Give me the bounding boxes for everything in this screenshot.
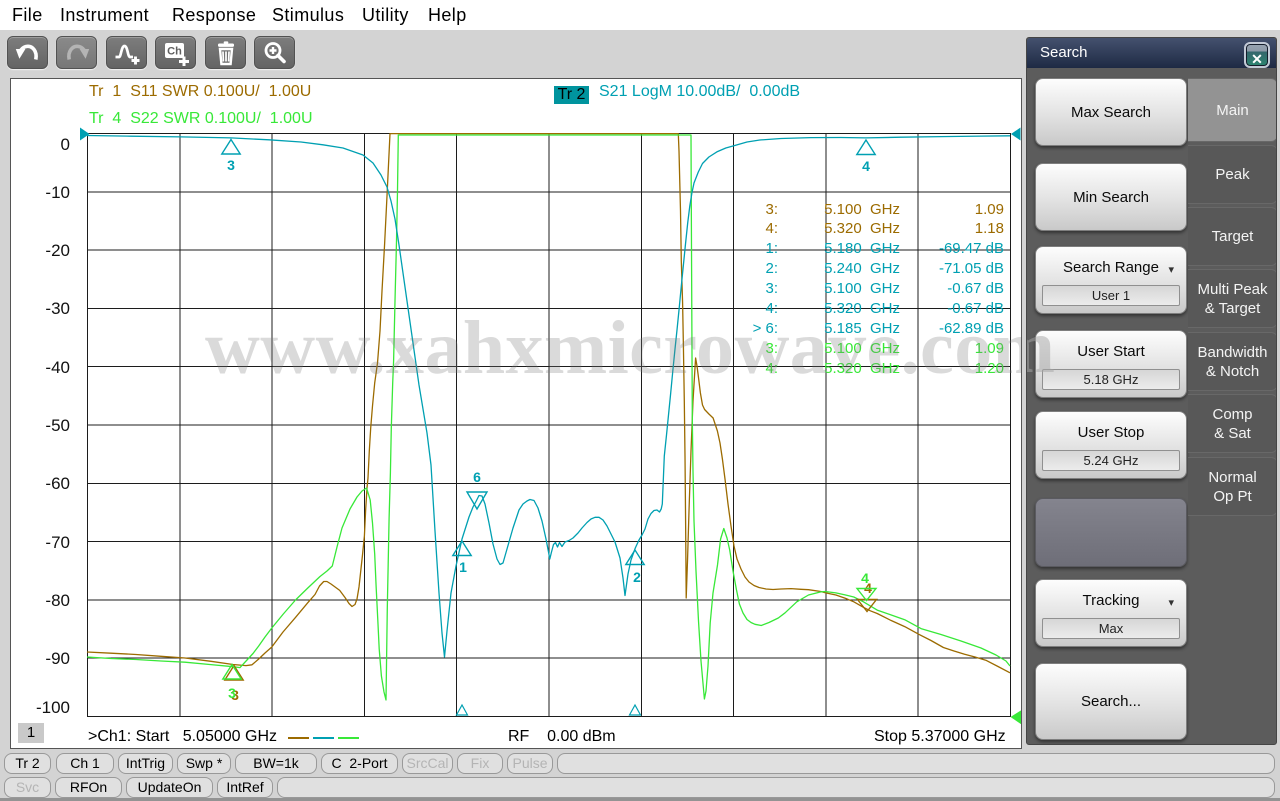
svg-text:-70: -70 — [45, 533, 70, 552]
svg-text:-80: -80 — [45, 591, 70, 610]
svg-text:-100: -100 — [36, 698, 70, 717]
svg-text:4: 4 — [862, 158, 870, 174]
svg-text:Ch: Ch — [167, 45, 182, 57]
svg-text:3: 3 — [227, 157, 235, 173]
svg-text:-20: -20 — [45, 241, 70, 260]
svg-text:2: 2 — [633, 569, 641, 585]
svg-text:-60: -60 — [45, 474, 70, 493]
svg-text:-90: -90 — [45, 649, 70, 668]
svg-text:-50: -50 — [45, 416, 70, 435]
svg-text:0: 0 — [61, 135, 70, 154]
svg-text:4: 4 — [861, 570, 869, 586]
svg-text:1: 1 — [459, 559, 467, 575]
svg-text:-10: -10 — [45, 183, 70, 202]
svg-text:-40: -40 — [45, 358, 70, 377]
svg-text:3: 3 — [228, 685, 236, 701]
svg-text:-30: -30 — [45, 299, 70, 318]
svg-text:6: 6 — [473, 469, 481, 485]
